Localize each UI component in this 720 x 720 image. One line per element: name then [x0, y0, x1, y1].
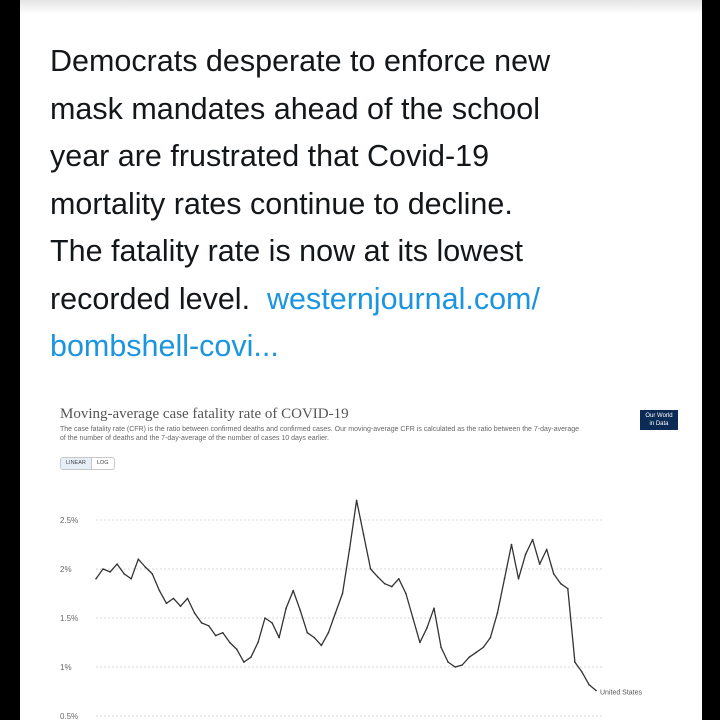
data-point	[376, 576, 379, 578]
data-point	[214, 634, 217, 637]
data-point	[348, 548, 351, 551]
data-point	[221, 631, 224, 634]
data-point	[426, 627, 428, 629]
tweet-line: mortality rates continue to decline.	[50, 186, 513, 221]
data-point	[496, 612, 499, 614]
data-point	[475, 651, 478, 654]
data-point	[264, 617, 266, 619]
data-point	[538, 563, 541, 565]
data-point	[285, 607, 287, 609]
article-link-continuation[interactable]: bombshell-covi...	[50, 329, 279, 363]
data-point	[595, 689, 597, 692]
data-point	[207, 625, 210, 627]
data-point	[334, 612, 337, 614]
data-point	[341, 592, 344, 595]
data-point	[574, 661, 576, 663]
data-point	[369, 568, 372, 570]
tweet-line: year are frustrated that Covid-19	[50, 139, 490, 173]
data-point	[172, 597, 175, 600]
data-point	[461, 664, 463, 666]
data-point	[412, 617, 414, 619]
tweet-line: The fatality rate is now at its lowest	[50, 234, 523, 268]
tweet-line: mask mandates ahead of the school	[50, 91, 540, 126]
y-tick-label: 1.5%	[60, 614, 78, 623]
tweet-text: Democrats desperate to enforce new mask …	[50, 38, 670, 371]
article-link[interactable]: westernjournal.com/	[267, 282, 540, 316]
top-strip	[20, 0, 702, 14]
data-point	[193, 612, 196, 614]
data-point	[524, 553, 527, 556]
data-point	[250, 656, 252, 658]
data-point	[257, 641, 259, 644]
data-point	[236, 648, 238, 651]
y-tick-label: 2.5%	[60, 516, 78, 525]
line-chart: 0.5% 1% 1.5% 2% 2.5% United States	[60, 499, 643, 720]
data-point	[510, 543, 513, 546]
data-point	[362, 533, 365, 536]
data-point	[454, 666, 456, 668]
data-point	[517, 578, 520, 580]
data-point	[123, 573, 125, 575]
data-point	[398, 578, 400, 580]
data-point	[144, 566, 147, 568]
data-point	[179, 605, 182, 608]
data-point	[229, 641, 231, 644]
tweet-line-text: recorded level.	[50, 281, 251, 316]
y-tick-label: 1%	[60, 663, 72, 672]
data-point	[299, 609, 302, 611]
data-point	[489, 636, 492, 639]
data-point	[151, 573, 154, 575]
data-point	[545, 548, 548, 551]
tweet-card: Democrats desperate to enforce new mask …	[20, 0, 702, 720]
data-point	[383, 582, 386, 585]
data-point	[482, 646, 485, 649]
data-point	[313, 636, 316, 639]
data-point	[588, 683, 590, 686]
data-point	[468, 656, 471, 658]
data-point	[95, 578, 97, 580]
data-point	[567, 587, 569, 590]
data-point	[327, 631, 330, 634]
series-line	[95, 499, 597, 691]
data-point	[355, 499, 358, 502]
data-point	[306, 631, 309, 634]
tweet-line: Democrats desperate to enforce new	[50, 44, 551, 78]
y-tick-label: 2%	[60, 565, 72, 574]
data-point	[278, 636, 280, 639]
data-point	[165, 602, 168, 605]
data-point	[200, 622, 203, 624]
data-point	[130, 578, 133, 580]
data-point	[581, 671, 583, 673]
data-point	[390, 585, 393, 588]
data-point	[320, 644, 323, 647]
data-point	[158, 589, 161, 592]
data-point	[292, 589, 294, 592]
data-point	[243, 661, 245, 663]
tweet-link-continuation: bombshell-covi...	[50, 323, 670, 371]
y-tick-label: 0.5%	[60, 712, 78, 720]
data-point	[102, 568, 104, 570]
data-point	[419, 641, 421, 644]
data-point	[433, 607, 435, 609]
data-point	[447, 661, 449, 663]
data-point	[559, 582, 562, 585]
data-point	[503, 578, 506, 580]
series-label-united-states: United States	[600, 690, 643, 697]
data-point	[440, 646, 442, 649]
data-point	[531, 538, 534, 541]
data-point	[186, 597, 189, 600]
tweet-line-with-link: recorded level. westernjournal.com/	[50, 276, 670, 324]
data-point	[405, 592, 407, 595]
data-point	[116, 563, 118, 565]
data-point	[552, 573, 555, 575]
chart-image[interactable]: Moving-average case fatality rate of COV…	[50, 398, 680, 720]
data-point	[271, 622, 273, 624]
data-point	[109, 571, 111, 573]
data-point	[137, 558, 140, 560]
